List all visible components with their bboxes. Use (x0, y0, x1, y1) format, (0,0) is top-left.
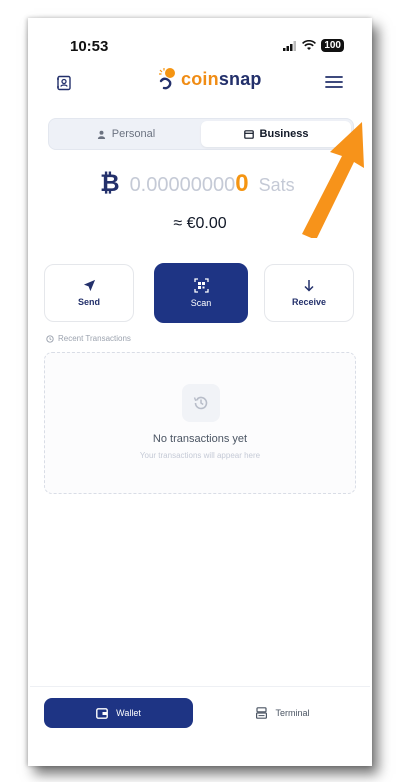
receive-label: Receive (291, 297, 327, 307)
terminal-icon (256, 707, 268, 719)
logo-text: coinsnap (181, 68, 262, 89)
tab-personal[interactable]: Personal (51, 121, 201, 147)
scan-label: Scan (190, 298, 212, 308)
nav-terminal-label: Terminal (275, 708, 310, 718)
empty-state-subtitle: Your transactions will appear here (139, 451, 261, 460)
transactions-empty-state: No transactions yet Your transactions wi… (44, 352, 356, 494)
balance-display: ₿ 0.000000000 Sats (100, 170, 295, 198)
nav-terminal[interactable]: Terminal (208, 698, 358, 728)
scan-qr-icon (193, 278, 209, 293)
tab-personal-label: Personal (111, 128, 156, 140)
logo-icon (159, 68, 175, 90)
bottom-nav-divider (30, 686, 370, 687)
send-icon (83, 279, 95, 292)
app-screen: 10:53 100 coinsnap Personal Business ₿ 0… (30, 20, 370, 755)
cellular-signal-icon (283, 40, 297, 51)
send-button[interactable]: Send (44, 264, 134, 322)
person-icon (97, 130, 105, 139)
balance-amount: 0.000000000 (129, 170, 249, 197)
nav-wallet-label: Wallet (116, 708, 141, 718)
receive-icon (304, 280, 314, 292)
annotation-arrow (302, 122, 364, 238)
scan-button[interactable]: Scan (154, 263, 248, 323)
history-icon (182, 384, 220, 422)
menu-icon[interactable] (324, 75, 344, 89)
balance-unit: Sats (258, 175, 295, 195)
store-icon (243, 129, 254, 139)
status-icons: 100 (283, 39, 344, 52)
send-label: Send (77, 297, 100, 307)
contacts-icon[interactable] (56, 75, 72, 91)
bitcoin-icon: ₿ (100, 170, 120, 197)
status-time: 10:53 (70, 38, 109, 55)
wallet-icon (96, 707, 109, 719)
wifi-icon (302, 40, 317, 50)
nav-wallet[interactable]: Wallet (44, 698, 193, 728)
receive-button[interactable]: Receive (264, 264, 354, 322)
coinsnap-logo: coinsnap (158, 67, 262, 91)
recent-transactions-heading: Recent Transactions (46, 334, 131, 343)
battery-indicator: 100 (321, 39, 344, 52)
history-icon (46, 334, 54, 343)
empty-state-title: No transactions yet (152, 433, 248, 445)
